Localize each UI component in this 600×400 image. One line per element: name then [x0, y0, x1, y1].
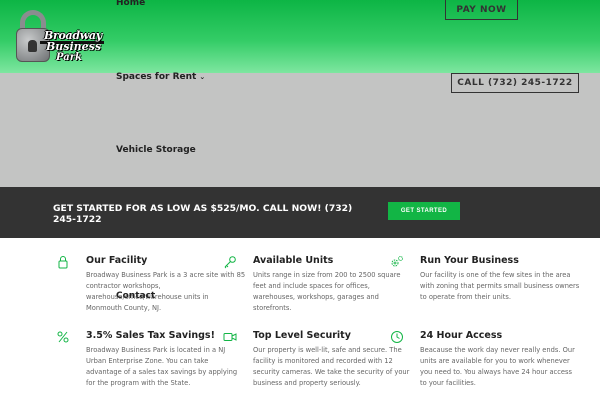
feature-our-facility: Our Facility Broadway Business Park is a… [58, 255, 246, 314]
feature-title: Our Facility [86, 255, 148, 266]
video-camera-icon [223, 333, 237, 341]
feature-available-units: Available Units Units range in size from… [224, 255, 413, 314]
get-started-button[interactable]: GET STARTED [388, 202, 460, 220]
feature-title: 24 Hour Access [420, 330, 503, 341]
nav-spaces-for-rent[interactable]: Spaces for Rent ⌄ [116, 72, 205, 82]
pay-now-button[interactable]: PAY NOW [445, 0, 518, 20]
chevron-down-icon: ⌄ [199, 73, 206, 81]
percent-icon [57, 331, 69, 343]
feature-title: Top Level Security [253, 330, 351, 341]
site-logo[interactable]: Broadway Business Park [14, 10, 106, 65]
feature-title: Run Your Business [420, 255, 519, 266]
logo-wordmark: Broadway Business Park [34, 30, 106, 63]
feature-title: Available Units [253, 255, 334, 266]
feature-title: 3.5% Sales Tax Savings! [86, 330, 215, 341]
logo-text-line2: Business [46, 40, 102, 53]
feature-run-your-business: Run Your Business Our facility is one of… [391, 255, 580, 303]
feature-text: Beacause the work day never really ends.… [420, 346, 575, 387]
clock-icon [391, 331, 403, 343]
logo-text-line3: Park [56, 52, 82, 63]
feature-text: Units range in size from 200 to 2500 squ… [253, 271, 401, 312]
key-icon [224, 256, 236, 269]
feature-text: Our facility is one of the few sites in … [420, 271, 580, 301]
feature-24-hour-access: 24 Hour Access Beacause the work day nev… [391, 330, 580, 389]
nav-vehicle-storage[interactable]: Vehicle Storage [116, 145, 196, 155]
nav-contact[interactable]: Contact [116, 291, 155, 301]
feature-text: Our property is well-lit, safe and secur… [253, 346, 410, 387]
feature-text: Broadway Business Park is located in a N… [86, 346, 238, 387]
call-button[interactable]: CALL (732) 245-1722 [451, 73, 579, 93]
lock-icon [58, 256, 68, 269]
feature-top-level-security: Top Level Security Our property is well-… [223, 330, 413, 389]
nav-spaces-label: Spaces for Rent [116, 72, 197, 82]
feature-sales-tax-savings: 3.5% Sales Tax Savings! Broadway Busines… [57, 330, 246, 389]
gears-icon [391, 256, 403, 267]
cta-text: GET STARTED FOR AS LOW AS $525/MO. CALL … [53, 203, 353, 225]
feature-text: Broadway Business Park is a 3 acre site … [86, 271, 246, 312]
nav-home[interactable]: Home [116, 0, 145, 8]
